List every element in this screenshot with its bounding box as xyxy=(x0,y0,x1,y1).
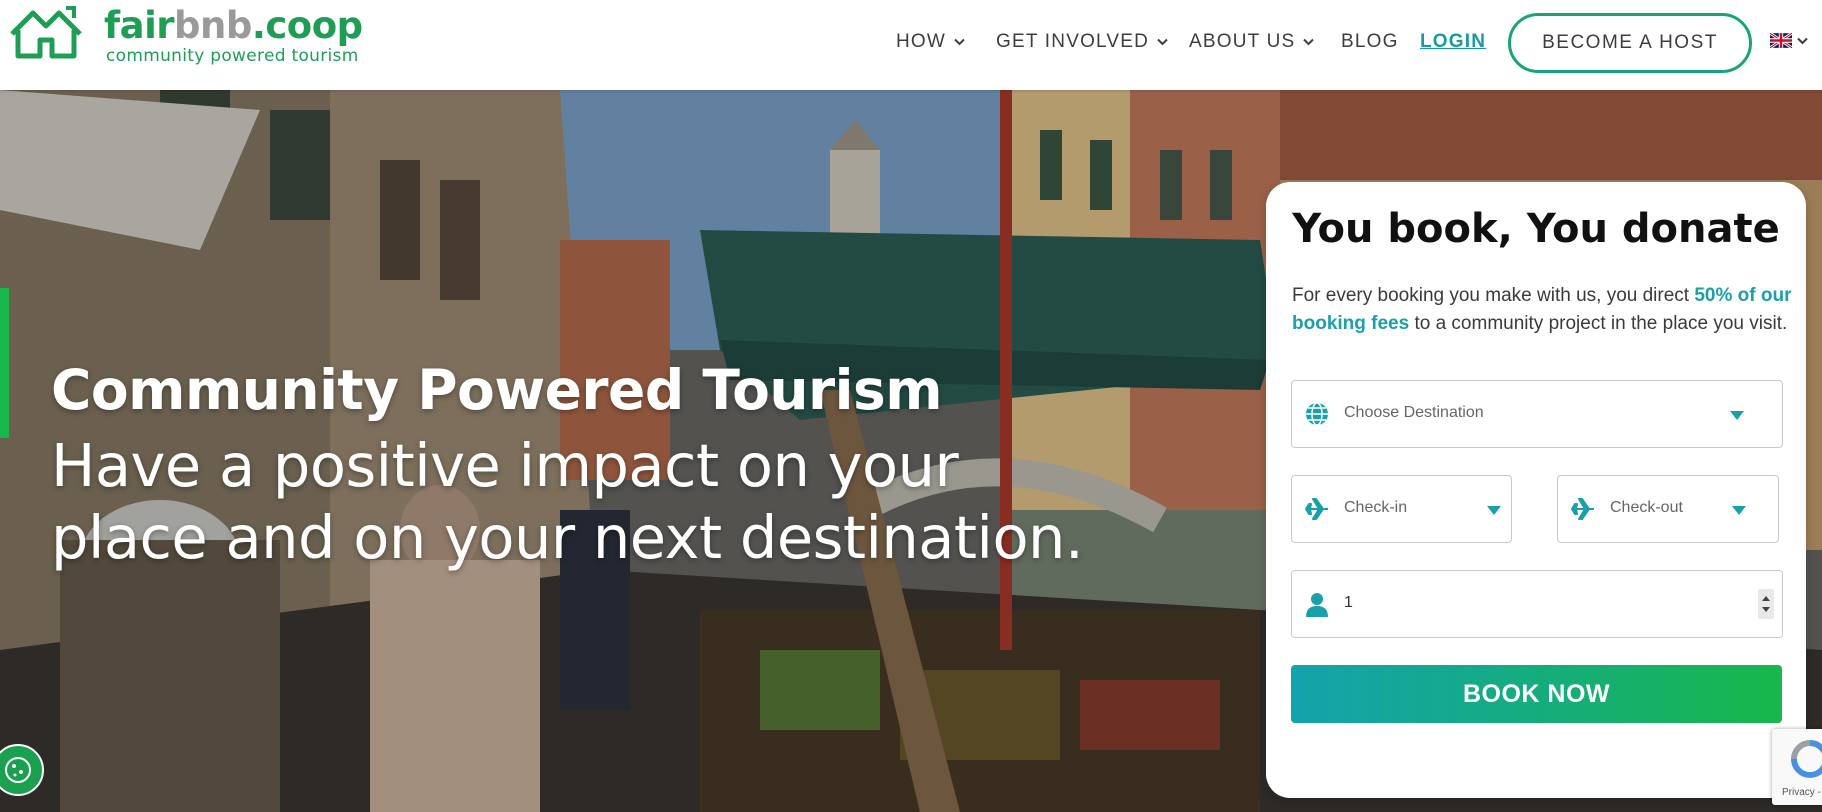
site-header: fairbnb.coop community powered tourism H… xyxy=(0,0,1822,90)
nav-item-about-us[interactable]: ABOUT US xyxy=(1189,31,1315,53)
become-host-button[interactable]: BECOME A HOST xyxy=(1508,13,1752,73)
nav-item-blog[interactable]: BLOG xyxy=(1341,31,1399,53)
checkout-select[interactable]: Check-out xyxy=(1557,475,1779,543)
stepper-arrows-icon xyxy=(1762,596,1770,612)
guests-value: 1 xyxy=(1344,594,1353,611)
nav-item-about-us-label: ABOUT US xyxy=(1189,31,1296,52)
destination-select[interactable]: Choose Destination xyxy=(1291,380,1783,448)
booking-card-title: You book, You donate xyxy=(1292,206,1780,252)
user-icon xyxy=(1306,593,1328,617)
language-selector[interactable] xyxy=(1770,33,1808,48)
nav-item-get-involved-label: GET INVOLVED xyxy=(996,31,1150,52)
caret-down-icon xyxy=(1732,506,1746,515)
checkin-placeholder: Check-in xyxy=(1344,499,1408,516)
login-link[interactable]: LOGIN xyxy=(1420,31,1486,53)
main-nav: HOW GET INVOLVED ABOUT US BLOG LOGIN BEC… xyxy=(0,0,1822,86)
guests-input[interactable]: 1 xyxy=(1291,570,1783,638)
nav-item-get-involved[interactable]: GET INVOLVED xyxy=(996,31,1168,53)
chevron-down-icon xyxy=(1797,37,1808,44)
booking-card: You book, You donate For every booking y… xyxy=(1266,182,1806,798)
chevron-down-icon xyxy=(1157,38,1168,46)
caret-down-icon xyxy=(1487,506,1501,515)
plane-icon xyxy=(1305,498,1328,520)
plane-icon xyxy=(1571,498,1594,520)
chevron-down-icon xyxy=(954,38,965,46)
booking-description: For every booking you make with us, you … xyxy=(1292,282,1792,338)
caret-down-icon xyxy=(1730,411,1744,420)
checkout-placeholder: Check-out xyxy=(1610,499,1683,516)
nav-item-how[interactable]: HOW xyxy=(896,31,965,53)
nav-item-how-label: HOW xyxy=(896,31,947,52)
globe-icon xyxy=(1306,402,1328,426)
book-now-button[interactable]: BOOK NOW xyxy=(1291,665,1782,723)
uk-flag-icon xyxy=(1770,33,1792,48)
booking-desc-text: For every booking you make with us, you … xyxy=(1292,285,1695,306)
booking-desc-text-end: to a community project in the place you … xyxy=(1409,313,1788,334)
cookie-icon xyxy=(5,757,31,783)
recaptcha-icon xyxy=(1791,740,1822,778)
hero-subtitle: Have a positive impact on your place and… xyxy=(51,431,1084,572)
checkin-select[interactable]: Check-in xyxy=(1291,475,1512,543)
recaptcha-badge[interactable]: Privacy - Te xyxy=(1772,729,1822,805)
chevron-down-icon xyxy=(1303,38,1315,46)
side-feedback-tab[interactable] xyxy=(0,288,9,438)
nav-item-blog-label: BLOG xyxy=(1341,31,1399,52)
recaptcha-label: Privacy - Te xyxy=(1782,787,1822,798)
guests-stepper[interactable] xyxy=(1758,589,1774,619)
destination-placeholder: Choose Destination xyxy=(1344,404,1484,421)
hero-title: Community Powered Tourism xyxy=(51,358,943,422)
